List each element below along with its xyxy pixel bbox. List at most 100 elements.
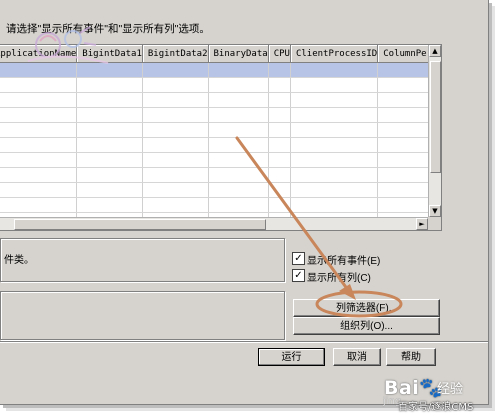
grid-cell[interactable] [76,77,143,93]
vertical-scroll-thumb[interactable] [430,61,441,173]
grid-cell[interactable] [0,152,78,168]
grid-cell[interactable] [142,197,209,213]
grid-cell[interactable] [0,167,78,183]
grid-cell[interactable] [268,122,291,138]
table-row[interactable] [0,152,428,168]
grid-cell[interactable] [142,167,209,183]
table-row[interactable] [0,197,428,213]
table-row[interactable] [0,77,428,93]
column-header[interactable]: ClientProcessID [290,45,379,63]
grid-cell[interactable] [142,122,209,138]
grid-cell[interactable] [0,107,78,123]
horizontal-scrollbar[interactable]: ► [0,217,428,230]
grid-cell[interactable] [76,167,143,183]
grid-cell[interactable] [208,197,269,213]
table-row[interactable] [0,92,428,108]
grid-cell[interactable] [290,92,379,108]
grid-cell[interactable] [76,197,143,213]
description-panel [0,238,285,282]
scroll-up-icon[interactable]: ▲ [429,45,441,57]
grid-cell[interactable] [268,92,291,108]
grid-cell[interactable] [76,92,143,108]
grid-cell[interactable] [208,122,269,138]
grid-cell[interactable] [377,62,428,78]
table-row[interactable] [0,167,428,183]
grid-cell[interactable] [0,122,78,138]
table-row[interactable] [0,182,428,198]
grid-cell[interactable] [377,77,428,93]
scroll-down-icon[interactable]: ▼ [429,205,441,217]
show-all-columns-checkbox[interactable]: ✓ [292,269,305,282]
grid-cell[interactable] [142,92,209,108]
grid-cell[interactable] [290,182,379,198]
grid-cell[interactable] [0,137,78,153]
grid-cell[interactable] [142,62,209,78]
grid-cell[interactable] [208,62,269,78]
run-button[interactable]: 运行 [258,348,325,366]
column-header[interactable]: BinaryData [208,45,269,63]
table-row[interactable] [0,122,428,138]
separator [0,341,488,343]
grid-cell[interactable] [377,107,428,123]
grid-cell[interactable] [208,107,269,123]
grid-cell[interactable] [290,197,379,213]
grid-cell[interactable] [290,107,379,123]
grid-cell[interactable] [0,77,78,93]
vertical-scrollbar[interactable]: ▲ ▼ [428,45,441,217]
grid-cell[interactable] [290,77,379,93]
grid-cell[interactable] [268,137,291,153]
grid-cell[interactable] [142,152,209,168]
grid-cell[interactable] [377,182,428,198]
grid-cell[interactable] [208,182,269,198]
grid-cell[interactable] [268,152,291,168]
scroll-right-icon[interactable]: ► [416,218,428,230]
grid-cell[interactable] [76,182,143,198]
grid-cell[interactable] [290,122,379,138]
grid-cell[interactable] [377,137,428,153]
grid-cell[interactable] [142,77,209,93]
grid-cell[interactable] [377,122,428,138]
grid-cell[interactable] [0,197,78,213]
grid-cell[interactable] [290,152,379,168]
show-all-events-label[interactable]: 显示所有事件(E) [307,252,380,267]
column-header[interactable]: CPU [268,45,291,63]
grid-cell[interactable] [290,62,379,78]
show-all-columns-label[interactable]: 显示所有列(C) [307,269,371,284]
organize-columns-button[interactable]: 组织列(O)... [293,317,440,335]
table-row[interactable] [0,107,428,123]
grid-cell[interactable] [377,167,428,183]
grid-cell[interactable] [76,107,143,123]
grid-cell[interactable] [208,152,269,168]
grid-cell[interactable] [0,182,78,198]
table-row[interactable] [0,137,428,153]
grid-cell[interactable] [290,137,379,153]
grid-cell[interactable] [208,77,269,93]
grid-cell[interactable] [377,152,428,168]
cancel-button[interactable]: 取消 [333,348,381,366]
grid-cell[interactable] [290,167,379,183]
grid-cell[interactable] [208,167,269,183]
grid-cell[interactable] [268,167,291,183]
grid-cell[interactable] [268,182,291,198]
horizontal-scroll-thumb[interactable] [14,219,266,230]
grid-cell[interactable] [76,122,143,138]
grid-cell[interactable] [142,107,209,123]
grid-cell[interactable] [377,92,428,108]
grid-cell[interactable] [142,182,209,198]
grid-cell[interactable] [208,92,269,108]
column-header[interactable]: BigintData2 [142,45,209,63]
show-all-events-checkbox[interactable]: ✓ [292,252,305,265]
grid-cell[interactable] [208,137,269,153]
grid-cell[interactable] [0,92,78,108]
grid-cell[interactable] [268,62,291,78]
grid-cell[interactable] [268,107,291,123]
grid-cell[interactable] [268,77,291,93]
help-button[interactable]: 帮助 [386,348,436,366]
column-header[interactable]: ColumnPerm [377,45,428,63]
column-filters-button[interactable]: 列筛选器(F)... [293,299,440,317]
grid-cell[interactable] [76,152,143,168]
grid-cell[interactable] [268,197,291,213]
grid-cell[interactable] [76,137,143,153]
grid-cell[interactable] [377,197,428,213]
grid-cell[interactable] [142,137,209,153]
